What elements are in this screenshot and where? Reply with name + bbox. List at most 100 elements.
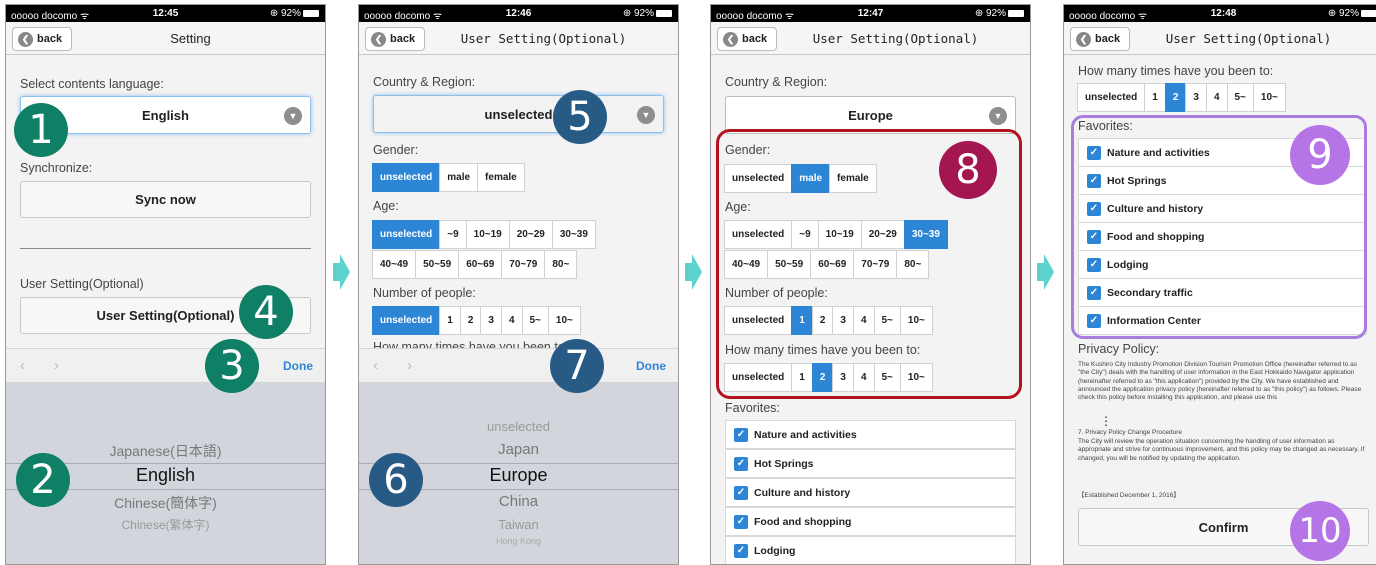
visits-option[interactable]: 10~ bbox=[1252, 83, 1286, 112]
prev-arrow-icon[interactable]: ‹ bbox=[20, 357, 25, 374]
visits-segment: unselected 1 2 3 4 5~ 10~ bbox=[1077, 83, 1286, 112]
country-label: Country & Region: bbox=[373, 75, 476, 89]
age-option[interactable]: 50~59 bbox=[415, 250, 460, 279]
done-button[interactable]: Done bbox=[283, 359, 313, 373]
favorite-item[interactable]: ✓ Culture and history bbox=[725, 478, 1016, 507]
step-9-badge: 9 bbox=[1290, 125, 1350, 185]
step-7-badge: 7 bbox=[550, 339, 604, 393]
age-option[interactable]: 30~39 bbox=[551, 220, 596, 249]
battery-icon bbox=[1361, 9, 1376, 17]
checkbox-checked-icon[interactable]: ✓ bbox=[734, 456, 748, 471]
picker-toolbar: ‹ › Done bbox=[359, 348, 678, 383]
age-option[interactable]: 60~69 bbox=[458, 250, 503, 279]
status-bar: ooooo docomo ᯤ 12:48 ⊕ 92% bbox=[1064, 5, 1376, 22]
checkbox-checked-icon[interactable]: ✓ bbox=[734, 543, 748, 558]
picker-option[interactable]: Hong Kong bbox=[359, 536, 678, 546]
back-button[interactable]: ❮ back bbox=[717, 27, 777, 51]
step-3-badge: 3 bbox=[205, 339, 259, 393]
picker-option[interactable]: Taiwan bbox=[359, 517, 678, 532]
privacy-change-title: 7. Privacy Policy Change Procedure bbox=[1078, 429, 1183, 436]
favorites-label: Favorites: bbox=[725, 401, 780, 415]
people-option[interactable]: unselected bbox=[372, 306, 441, 335]
people-option[interactable]: 2 bbox=[459, 306, 482, 335]
favorite-item[interactable]: ✓ Nature and activities bbox=[725, 420, 1016, 449]
nav-bar: ❮ back Setting bbox=[6, 22, 325, 55]
visits-option[interactable]: 1 bbox=[1144, 83, 1166, 112]
prev-arrow-icon[interactable]: ‹ bbox=[373, 357, 378, 374]
visits-option[interactable]: 3 bbox=[1185, 83, 1207, 112]
battery-icon bbox=[656, 9, 672, 17]
visits-option[interactable]: 2 bbox=[1164, 83, 1187, 112]
age-segment-row1: unselected ~9 10~19 20~29 30~39 bbox=[372, 220, 596, 249]
back-arrow-icon: ❮ bbox=[723, 31, 738, 47]
chevron-down-icon: ▼ bbox=[284, 107, 302, 125]
visits-label: How many times have you been to: bbox=[1078, 64, 1274, 78]
favorite-item[interactable]: ✓ Hot Springs bbox=[725, 449, 1016, 478]
people-option[interactable]: 4 bbox=[500, 306, 523, 335]
gender-option[interactable]: female bbox=[477, 163, 525, 192]
visits-option[interactable]: unselected bbox=[1077, 83, 1146, 112]
chevron-down-icon: ▼ bbox=[637, 106, 655, 124]
next-step-arrow-icon bbox=[685, 254, 702, 290]
gender-segment: unselected male female bbox=[372, 163, 525, 192]
nav-bar: ❮ back User Setting(Optional) bbox=[711, 22, 1030, 55]
favorite-item[interactable]: ✓ Food and shopping bbox=[725, 507, 1016, 536]
age-option[interactable]: unselected bbox=[372, 220, 441, 249]
page-title: User Setting(Optional) bbox=[1165, 31, 1332, 46]
gender-option[interactable]: male bbox=[439, 163, 479, 192]
country-select[interactable]: unselected ▼ bbox=[373, 95, 664, 133]
back-arrow-icon: ❮ bbox=[18, 31, 33, 47]
age-option[interactable]: 20~29 bbox=[508, 220, 553, 249]
chevron-down-icon: ▼ bbox=[989, 107, 1007, 125]
back-button[interactable]: ❮ back bbox=[365, 27, 425, 51]
picker-option[interactable]: Chinese(繁体字) bbox=[6, 516, 325, 533]
back-button[interactable]: ❮ back bbox=[1070, 27, 1130, 51]
picker-toolbar: ‹ › Done bbox=[6, 348, 325, 383]
nav-bar: ❮ back User Setting(Optional) bbox=[1064, 22, 1376, 55]
age-option[interactable]: 10~19 bbox=[465, 220, 510, 249]
visits-option[interactable]: 4 bbox=[1205, 83, 1228, 112]
phone-user-setting-details: ooooo docomo ᯤ 12:47 ⊕ 92% ❮ back User Se… bbox=[710, 4, 1031, 565]
phone-user-setting-country: ooooo docomo ᯤ 12:46 ⊕ 92% ❮ back User Se… bbox=[358, 4, 679, 565]
gender-option[interactable]: unselected bbox=[372, 163, 441, 192]
page-title: User Setting(Optional) bbox=[460, 31, 627, 46]
battery: ⊕ 92% bbox=[270, 8, 319, 19]
step-6-badge: 6 bbox=[369, 453, 423, 507]
done-button[interactable]: Done bbox=[636, 359, 666, 373]
checkbox-checked-icon[interactable]: ✓ bbox=[734, 427, 748, 442]
age-option[interactable]: 40~49 bbox=[372, 250, 417, 279]
checkbox-checked-icon[interactable]: ✓ bbox=[734, 514, 748, 529]
people-label: Number of people: bbox=[373, 286, 476, 300]
page-title: User Setting(Optional) bbox=[812, 31, 979, 46]
established-date: 【Established December 1, 2016】 bbox=[1078, 492, 1180, 499]
phone-setting-screen: ooooo docomo ᯤ 12:45 ⊕ 92% ❮ back Setting… bbox=[5, 4, 326, 565]
user-setting-label: User Setting(Optional) bbox=[20, 277, 144, 291]
next-arrow-icon[interactable]: › bbox=[407, 357, 412, 374]
picker-option[interactable]: unselected bbox=[359, 419, 678, 434]
next-arrow-icon[interactable]: › bbox=[54, 357, 59, 374]
sync-now-button[interactable]: Sync now bbox=[20, 181, 311, 218]
step-1-badge: 1 bbox=[14, 103, 68, 157]
age-option[interactable]: 70~79 bbox=[501, 250, 546, 279]
privacy-change-text: The City will review the operation situa… bbox=[1078, 438, 1365, 462]
checkbox-checked-icon[interactable]: ✓ bbox=[734, 485, 748, 500]
status-bar: ooooo docomo ᯤ 12:47 ⊕ 92% bbox=[711, 5, 1030, 22]
favorite-item[interactable]: ✓ Lodging bbox=[725, 536, 1016, 564]
battery: ⊕ 92% bbox=[975, 8, 1024, 19]
visits-option[interactable]: 5~ bbox=[1226, 83, 1254, 112]
back-arrow-icon: ❮ bbox=[1076, 31, 1091, 47]
people-option[interactable]: 5~ bbox=[521, 306, 549, 335]
status-bar: ooooo docomo ᯤ 12:45 ⊕ 92% bbox=[6, 5, 325, 22]
status-bar: ooooo docomo ᯤ 12:46 ⊕ 92% bbox=[359, 5, 678, 22]
visits-label-clipped: How many times have you been to: bbox=[373, 340, 569, 348]
gender-label: Gender: bbox=[373, 143, 419, 157]
people-option[interactable]: 10~ bbox=[547, 306, 581, 335]
people-option[interactable]: 3 bbox=[480, 306, 502, 335]
battery: ⊕ 92% bbox=[623, 8, 672, 19]
age-option[interactable]: ~9 bbox=[439, 220, 467, 249]
back-button[interactable]: ❮ back bbox=[12, 27, 72, 51]
age-option[interactable]: 80~ bbox=[544, 250, 578, 279]
people-option[interactable]: 1 bbox=[439, 306, 461, 335]
step-4-badge: 4 bbox=[239, 285, 293, 339]
page-title: Setting bbox=[170, 31, 211, 46]
